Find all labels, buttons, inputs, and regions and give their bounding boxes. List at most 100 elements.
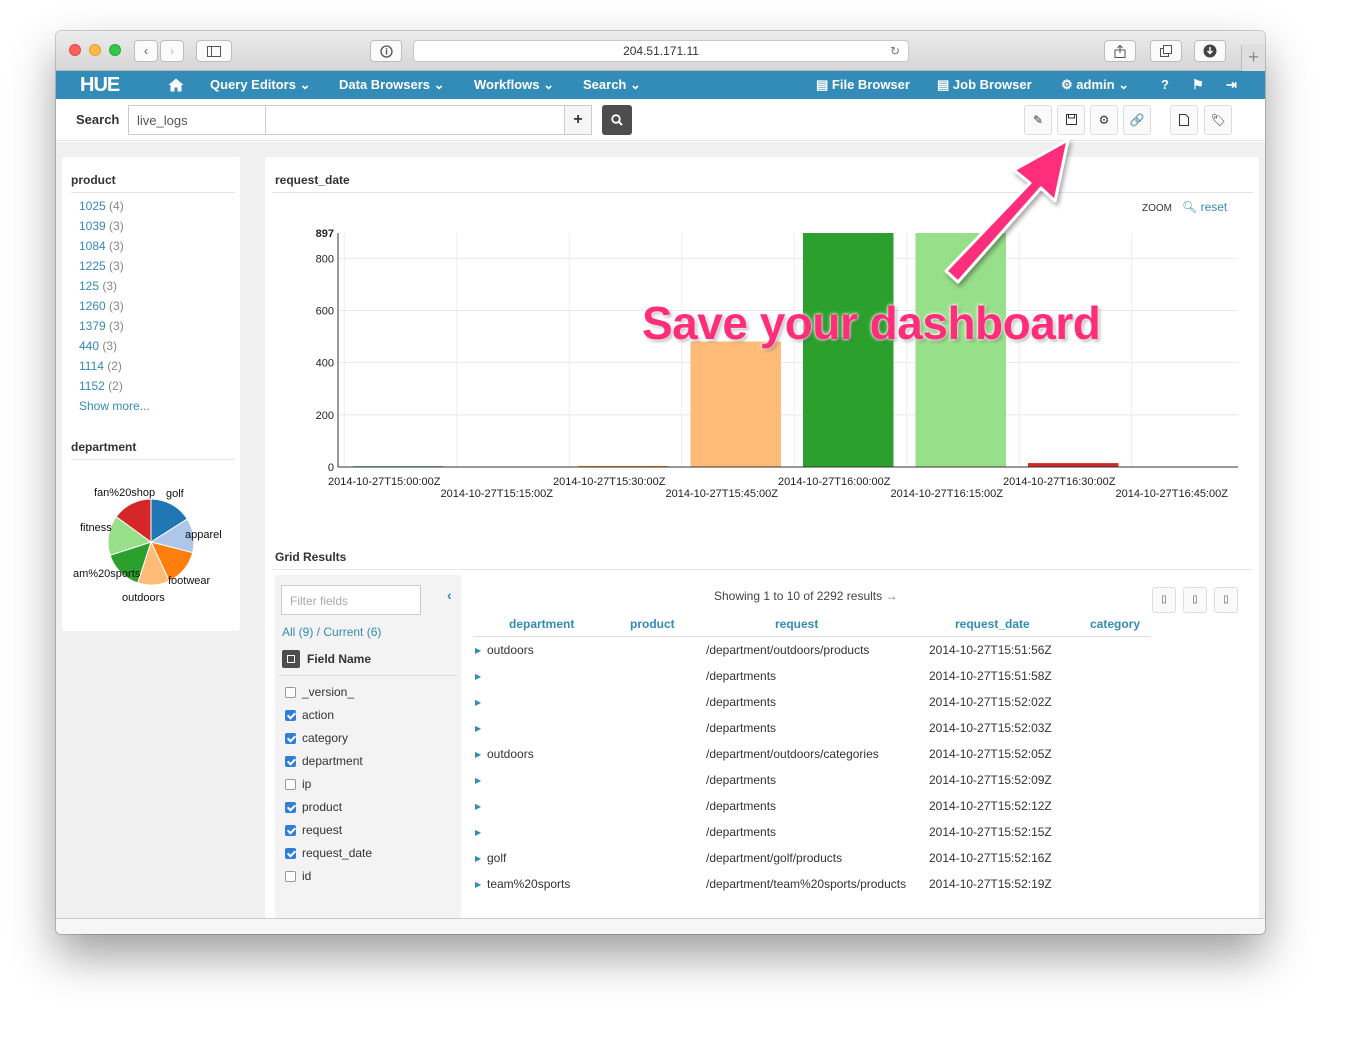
nav-workflows[interactable]: Workflows ⌄	[474, 71, 554, 99]
expand-row-icon[interactable]: ▶	[475, 880, 481, 889]
new-dashboard-button[interactable]	[1170, 105, 1198, 135]
fields-filter-toggle[interactable]: All (9) / Current (6)	[282, 625, 381, 639]
download-json-button[interactable]: ▯	[1214, 587, 1238, 613]
expand-row-icon[interactable]: ▶	[475, 724, 481, 733]
zoom-reset-link[interactable]: 🔍︎ reset	[1182, 200, 1227, 214]
expand-row-icon[interactable]: ▶	[475, 828, 481, 837]
expand-row-icon[interactable]: ▶	[475, 854, 481, 863]
facet-count: (2)	[108, 379, 123, 393]
back-button[interactable]: ‹	[134, 40, 158, 62]
address-bar[interactable]: 204.51.171.11 ↻	[413, 40, 909, 62]
tabs-overview-button[interactable]	[1150, 40, 1182, 62]
reload-icon[interactable]: ↻	[890, 41, 900, 61]
bar-2014-10-27T16:00:00Z[interactable]	[803, 233, 894, 467]
site-info-button[interactable]	[370, 40, 402, 62]
product-facet-item[interactable]: 1379 (3)	[79, 319, 124, 333]
tour-link[interactable]: ⚑	[1192, 71, 1204, 99]
cell-request-date: 2014-10-27T15:52:03Z	[929, 721, 1052, 735]
all-fields-link[interactable]: All (9)	[282, 625, 313, 639]
product-facet-item[interactable]: 1225 (3)	[79, 259, 124, 273]
expand-row-icon[interactable]: ▶	[475, 646, 481, 655]
new-tab-button[interactable]: +	[1241, 45, 1265, 71]
product-facet-item[interactable]: 1025 (4)	[79, 199, 124, 213]
facet-value[interactable]: 1379	[79, 319, 106, 333]
field-checkbox[interactable]	[285, 733, 296, 744]
download-xls-button[interactable]: ▯	[1183, 587, 1207, 613]
edit-dashboard-button[interactable]: ✎	[1024, 105, 1052, 135]
field-checkbox[interactable]	[285, 871, 296, 882]
column-header-request-date[interactable]: request_date	[955, 617, 1030, 631]
field-checkbox[interactable]	[285, 779, 296, 790]
home-link[interactable]	[168, 71, 184, 99]
field-checkbox[interactable]	[285, 848, 296, 859]
add-query-button[interactable]: +	[565, 105, 592, 135]
collapse-fields-icon[interactable]: ‹	[447, 587, 452, 603]
product-facet-item[interactable]: 1039 (3)	[79, 219, 124, 233]
question-icon: ?	[1161, 77, 1169, 92]
expand-row-icon[interactable]: ▶	[475, 698, 481, 707]
nav-query-editors[interactable]: Query Editors ⌄	[210, 71, 311, 99]
zoom-window-button[interactable]	[109, 44, 121, 56]
next-page-icon[interactable]: →	[885, 589, 897, 603]
column-header-category[interactable]: category	[1090, 617, 1140, 631]
expand-row-icon[interactable]: ▶	[475, 672, 481, 681]
facet-value[interactable]: 1225	[79, 259, 106, 273]
help-link[interactable]: ?	[1161, 71, 1169, 99]
nav-admin[interactable]: ⚙ admin ⌄	[1061, 71, 1129, 99]
facet-value[interactable]: 1025	[79, 199, 106, 213]
bar-2014-10-27T16:30:00Z[interactable]	[1028, 463, 1119, 467]
field-checkbox[interactable]	[285, 802, 296, 813]
share-link-button[interactable]: 🔗	[1123, 105, 1151, 135]
facet-value[interactable]: 1114	[79, 359, 104, 373]
expand-row-icon[interactable]: ▶	[475, 776, 481, 785]
facet-value[interactable]: 440	[79, 339, 99, 353]
settings-button[interactable]: ⚙	[1090, 105, 1118, 135]
facet-value[interactable]: 1260	[79, 299, 106, 313]
download-csv-button[interactable]: ▯	[1152, 587, 1176, 613]
filter-fields-input[interactable]: Filter fields	[281, 585, 421, 615]
field-checkbox[interactable]	[285, 756, 296, 767]
product-facet-item[interactable]: 1114 (2)	[79, 359, 122, 373]
horizontal-scrollbar[interactable]	[56, 918, 1265, 934]
nav-job-browser[interactable]: ▤ Job Browser	[937, 71, 1032, 99]
facet-value[interactable]: 1084	[79, 239, 106, 253]
request-date-bar-chart[interactable]: 02004006008008972014-10-27T15:00:00Z2014…	[265, 223, 1259, 513]
product-facet-item[interactable]: 1084 (3)	[79, 239, 124, 253]
expand-row-icon[interactable]: ▶	[475, 750, 481, 759]
bar-2014-10-27T15:45:00Z[interactable]	[690, 341, 782, 467]
field-checkbox[interactable]	[285, 687, 296, 698]
hue-logo[interactable]: HUE	[80, 71, 120, 99]
facet-value[interactable]: 1152	[79, 379, 105, 393]
nav-data-browsers[interactable]: Data Browsers ⌄	[339, 71, 445, 99]
sidebar-toggle-button[interactable]	[196, 40, 232, 62]
product-facet-item[interactable]: 1152 (2)	[79, 379, 123, 393]
bar-2014-10-27T16:15:00Z[interactable]	[915, 233, 1007, 467]
show-more-link[interactable]: Show more...	[79, 399, 150, 413]
product-facet-item[interactable]: 125 (3)	[79, 279, 117, 293]
nav-search[interactable]: Search ⌄	[583, 71, 641, 99]
column-header-department[interactable]: department	[509, 617, 574, 631]
field-checkbox[interactable]	[285, 825, 296, 836]
collection-select[interactable]: live_logs	[128, 105, 266, 135]
forward-button[interactable]: ›	[160, 40, 184, 62]
product-facet-item[interactable]: 1260 (3)	[79, 299, 124, 313]
logout-link[interactable]: ⇥	[1226, 71, 1237, 99]
column-header-request[interactable]: request	[775, 617, 818, 631]
field-checkbox[interactable]	[285, 710, 296, 721]
downloads-button[interactable]	[1194, 40, 1226, 62]
search-button[interactable]	[602, 105, 632, 135]
current-fields-link[interactable]: Current (6)	[323, 625, 381, 639]
facet-value[interactable]: 125	[79, 279, 99, 293]
toggle-all-fields-checkbox[interactable]	[282, 650, 300, 668]
column-header-product[interactable]: product	[630, 617, 675, 631]
facet-value[interactable]: 1039	[79, 219, 106, 233]
dashboards-list-button[interactable]: 🏷	[1204, 105, 1232, 135]
nav-file-browser[interactable]: ▤ File Browser	[816, 71, 910, 99]
expand-row-icon[interactable]: ▶	[475, 802, 481, 811]
save-dashboard-button[interactable]	[1057, 105, 1085, 135]
search-query-input[interactable]	[265, 105, 565, 135]
minimize-window-button[interactable]	[89, 44, 101, 56]
close-window-button[interactable]	[69, 44, 81, 56]
product-facet-item[interactable]: 440 (3)	[79, 339, 117, 353]
share-button[interactable]	[1104, 40, 1136, 62]
